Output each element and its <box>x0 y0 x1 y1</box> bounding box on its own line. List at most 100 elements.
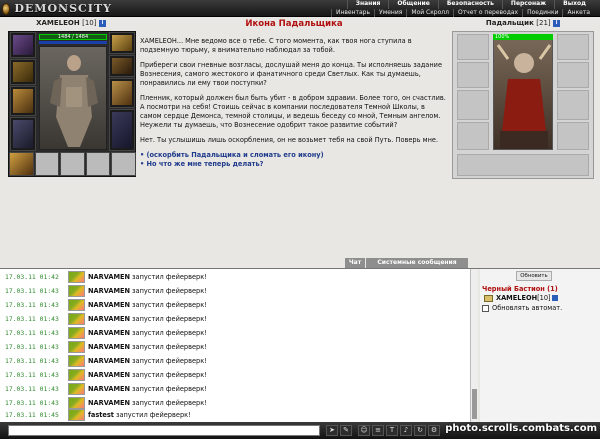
translit-icon[interactable]: T <box>386 425 398 436</box>
npc-portrait[interactable] <box>493 34 553 150</box>
clear-icon[interactable]: ✎ <box>340 425 352 436</box>
tab-system-messages[interactable]: Системные сообщения <box>366 258 468 268</box>
chat-time[interactable]: 17.03.11 01:43 <box>5 315 68 323</box>
chat-name[interactable]: NARVAMEN <box>88 385 130 393</box>
filter-icon[interactable]: ≡ <box>372 425 384 436</box>
chat-row: 17.03.11 01:42 NARVAMEN запустил фейерве… <box>5 270 207 284</box>
chat-time[interactable]: 17.03.11 01:43 <box>5 287 68 295</box>
chat-name[interactable]: NARVAMEN <box>88 399 130 407</box>
chat-time[interactable]: 17.03.11 01:43 <box>5 343 68 351</box>
chat-time[interactable]: 17.03.11 01:42 <box>5 273 68 281</box>
chat-time[interactable]: 17.03.11 01:43 <box>5 371 68 379</box>
menu-knowledge[interactable]: Знания <box>346 0 389 9</box>
online-user[interactable]: XAMELEOH [10] <box>484 294 558 302</box>
chat-name[interactable]: NARVAMEN <box>88 273 130 281</box>
npc-belt-slots[interactable] <box>457 154 589 176</box>
menu-exit[interactable]: Выход <box>554 0 594 9</box>
chat-message: запустил фейерверк! <box>132 301 207 309</box>
npc-weapon-slot[interactable] <box>457 90 489 120</box>
bottom-bar: ➤ ✎ ☺ ≡ T ♪ ↻ ⚙ photo.scrolls.combats.co… <box>0 422 600 439</box>
menu-security[interactable]: Безопасность <box>437 0 502 9</box>
belt-slot[interactable] <box>85 152 111 176</box>
chat-message: запустил фейерверк! <box>132 273 207 281</box>
chat-row: 17.03.11 01:43 NARVAMEN запустил фейерве… <box>5 382 207 396</box>
shield-slot[interactable] <box>109 78 135 108</box>
menu-communication[interactable]: Общение <box>388 0 437 9</box>
chat-name[interactable]: NARVAMEN <box>88 357 130 365</box>
chat-name[interactable]: fastest <box>88 411 114 419</box>
chat-row: 17.03.11 01:43 NARVAMEN запустил фейерве… <box>5 354 207 368</box>
npc-shield-slot[interactable] <box>557 90 589 120</box>
chat-time[interactable]: 17.03.11 01:43 <box>5 301 68 309</box>
armor-slot[interactable] <box>10 117 36 151</box>
online-user-info-icon[interactable] <box>551 295 558 301</box>
belt-slot[interactable] <box>60 152 85 176</box>
online-panel: Обновить Черный Бастион (1) XAMELEOH [10… <box>480 269 600 422</box>
player-name[interactable]: XAMELEOH <box>36 19 80 27</box>
chat-time[interactable]: 17.03.11 01:43 <box>5 357 68 365</box>
choice-what-to-do[interactable]: Но что же мне теперь делать? <box>140 160 448 169</box>
helmet-slot[interactable] <box>10 32 36 58</box>
npc-gloves-slot[interactable] <box>557 62 589 88</box>
boots-slot[interactable] <box>109 109 135 151</box>
chat-input[interactable] <box>8 425 320 436</box>
dialog-paragraph: Прибереги свои гневные возгласы, дослуша… <box>140 61 443 87</box>
smile-icon[interactable]: ☺ <box>358 425 370 436</box>
submenu-fights[interactable]: Поединки <box>522 9 562 17</box>
chat-time[interactable]: 17.03.11 01:43 <box>5 385 68 393</box>
submenu-inventory[interactable]: Инвентарь <box>330 9 374 17</box>
npc-armor-slot[interactable] <box>457 122 489 150</box>
chat-name[interactable]: NARVAMEN <box>88 329 130 337</box>
choice-insult-break-icon[interactable]: (оскорбить Падальщика и сломать его икон… <box>140 151 448 160</box>
amulet-slot[interactable] <box>10 59 36 85</box>
chat-scroll-thumb[interactable] <box>472 389 477 419</box>
submenu-profile[interactable]: Анкета <box>562 9 594 17</box>
player-equipment: 1484 / 1484 <box>8 31 136 177</box>
chat-time[interactable]: 17.03.11 01:43 <box>5 329 68 337</box>
npc-info-icon[interactable]: i <box>553 19 561 27</box>
submenu-my-scroll[interactable]: Мой Скролл <box>406 9 453 17</box>
send-icon[interactable]: ➤ <box>326 425 338 436</box>
submenu-skills[interactable]: Умения <box>374 9 406 17</box>
belt-slot[interactable] <box>9 152 34 176</box>
chat-name[interactable]: NARVAMEN <box>88 301 130 309</box>
player-info-icon[interactable]: i <box>98 19 106 27</box>
gloves-slot[interactable] <box>109 55 135 77</box>
chat-row: 17.03.11 01:45 fastest запустил фейервер… <box>5 408 191 422</box>
belt-slot[interactable] <box>111 152 136 176</box>
npc-earring-slot[interactable] <box>557 34 589 60</box>
sound-icon[interactable]: ♪ <box>400 425 412 436</box>
firework-icon <box>68 327 85 339</box>
npc-amulet-slot[interactable] <box>457 62 489 88</box>
chat-scrollbar[interactable] <box>470 269 478 422</box>
refresh-icon[interactable]: ↻ <box>414 425 426 436</box>
tab-chat[interactable]: Чат <box>345 258 365 268</box>
chat-name[interactable]: NARVAMEN <box>88 343 130 351</box>
settings-icon[interactable]: ⚙ <box>428 425 440 436</box>
chat-time[interactable]: 17.03.11 01:43 <box>5 399 68 407</box>
npc-name[interactable]: Падальщик <box>486 19 534 27</box>
chat-name[interactable]: NARVAMEN <box>88 287 130 295</box>
player-portrait[interactable] <box>39 46 107 150</box>
npc-hp-bar: 100% <box>493 34 553 40</box>
refresh-button[interactable]: Обновить <box>516 271 552 281</box>
chat-time[interactable]: 17.03.11 01:45 <box>5 411 68 419</box>
online-user-name[interactable]: XAMELEOH <box>496 294 537 302</box>
chat-row: 17.03.11 01:43 NARVAMEN запустил фейерве… <box>5 368 207 382</box>
npc-helmet-slot[interactable] <box>457 34 489 60</box>
chat-message: запустил фейерверк! <box>115 411 191 419</box>
logo[interactable]: DEMONSCITY <box>2 0 112 17</box>
chat-name[interactable]: NARVAMEN <box>88 371 130 379</box>
earring-slot[interactable] <box>109 32 135 54</box>
npc-boots-slot[interactable] <box>557 122 589 150</box>
chat-name[interactable]: NARVAMEN <box>88 315 130 323</box>
belt-slot[interactable] <box>34 152 60 176</box>
menu-character[interactable]: Персонаж <box>501 0 554 9</box>
weapon-slot[interactable] <box>10 86 36 116</box>
npc-figure-icon <box>496 44 552 149</box>
firework-icon <box>68 369 85 381</box>
auto-refresh-checkbox[interactable] <box>482 304 489 312</box>
submenu-transfer-report[interactable]: Отчет о переводах <box>452 9 522 17</box>
firework-icon <box>68 299 85 311</box>
firework-icon <box>68 313 85 325</box>
